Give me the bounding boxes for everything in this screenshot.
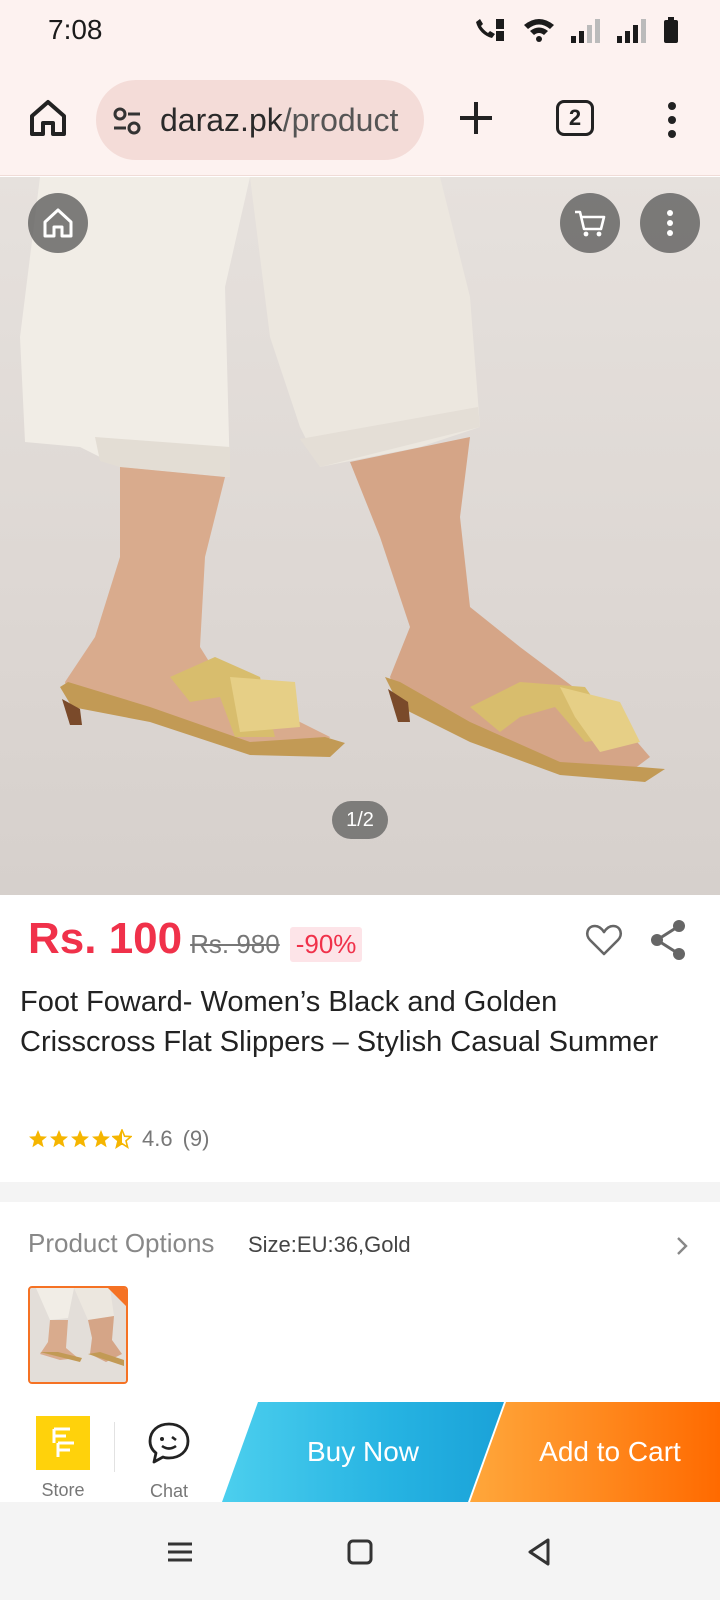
gallery-cart-button[interactable] (560, 193, 620, 253)
current-price: Rs. 100 (28, 914, 183, 963)
product-options-label: Product Options (28, 1228, 215, 1258)
share-icon[interactable] (648, 918, 688, 962)
url-text: daraz.pk/product (160, 102, 398, 139)
product-title: Foot Foward- Women’s Black and Golden Cr… (20, 986, 659, 1058)
gallery-home-button[interactable] (28, 193, 88, 253)
image-counter: 1/2 (332, 801, 388, 839)
rating-row[interactable]: 4.6 (9) (28, 1126, 209, 1152)
action-bar-divider (114, 1422, 115, 1472)
battery-icon (664, 17, 678, 43)
more-vertical-icon[interactable] (658, 100, 686, 140)
product-options-row[interactable]: Product Options Size:EU:36,Gold (28, 1226, 692, 1266)
menu-icon[interactable] (164, 1536, 196, 1568)
star-half-icon (112, 1129, 132, 1149)
status-bar: 7:08 (0, 0, 720, 64)
back-icon[interactable] (524, 1536, 556, 1568)
address-bar[interactable]: daraz.pk/product (96, 80, 424, 160)
signal-icon (571, 19, 600, 43)
wifi-icon (524, 19, 554, 42)
plus-icon[interactable] (456, 98, 496, 138)
store-label: Store (41, 1480, 85, 1500)
tab-switcher-button[interactable]: 2 (556, 100, 594, 136)
status-icons (472, 16, 680, 44)
chevron-right-icon (677, 1237, 688, 1255)
star-icon (29, 1130, 47, 1148)
star-icon (92, 1130, 110, 1148)
option-thumbnail-selected[interactable] (28, 1286, 128, 1384)
star-icon (71, 1130, 89, 1148)
store-logo-icon (36, 1416, 90, 1470)
home-icon[interactable] (26, 96, 70, 140)
status-time: 7:08 (48, 14, 103, 45)
url-host: daraz.pk (160, 102, 283, 138)
review-count: (9) (182, 1126, 210, 1151)
selected-corner-mark (108, 1288, 126, 1306)
star-icon (50, 1130, 68, 1148)
heart-icon[interactable] (584, 920, 624, 960)
signal-icon (617, 19, 646, 43)
chat-button[interactable]: Chat (124, 1410, 214, 1501)
discount-badge: -90% (289, 927, 363, 962)
system-navigation-bar (0, 1502, 720, 1600)
section-divider (0, 1182, 720, 1202)
price-row: Rs. 100 Rs. 980 -90% (28, 914, 363, 974)
chat-icon (148, 1422, 190, 1464)
rating-value: 4.6 (142, 1126, 173, 1151)
home-icon (43, 208, 73, 238)
site-settings-icon[interactable] (112, 106, 142, 136)
chat-label: Chat (149, 1481, 189, 1501)
wifi-calling-icon (476, 19, 504, 41)
store-brand-icon (52, 1427, 74, 1457)
cart-icon (575, 210, 606, 237)
original-price: Rs. 980 (190, 929, 280, 959)
store-button[interactable]: Store (18, 1410, 108, 1500)
bottom-action-bar: Store Chat Buy Now Add to Cart (0, 1402, 720, 1502)
rating-stars (28, 1129, 132, 1149)
gallery-more-button[interactable] (640, 193, 700, 253)
browser-toolbar: daraz.pk/product 2 (0, 64, 720, 176)
more-vertical-icon (667, 210, 673, 236)
selected-option-value: Size:EU:36,Gold (248, 1232, 411, 1257)
square-home-icon[interactable] (344, 1536, 376, 1568)
product-photo (20, 177, 665, 782)
buy-now-button[interactable]: Buy Now (222, 1402, 504, 1502)
add-to-cart-button[interactable]: Add to Cart (470, 1402, 720, 1502)
product-image-gallery[interactable]: 1/2 (0, 177, 720, 895)
url-path: /product (282, 102, 399, 138)
